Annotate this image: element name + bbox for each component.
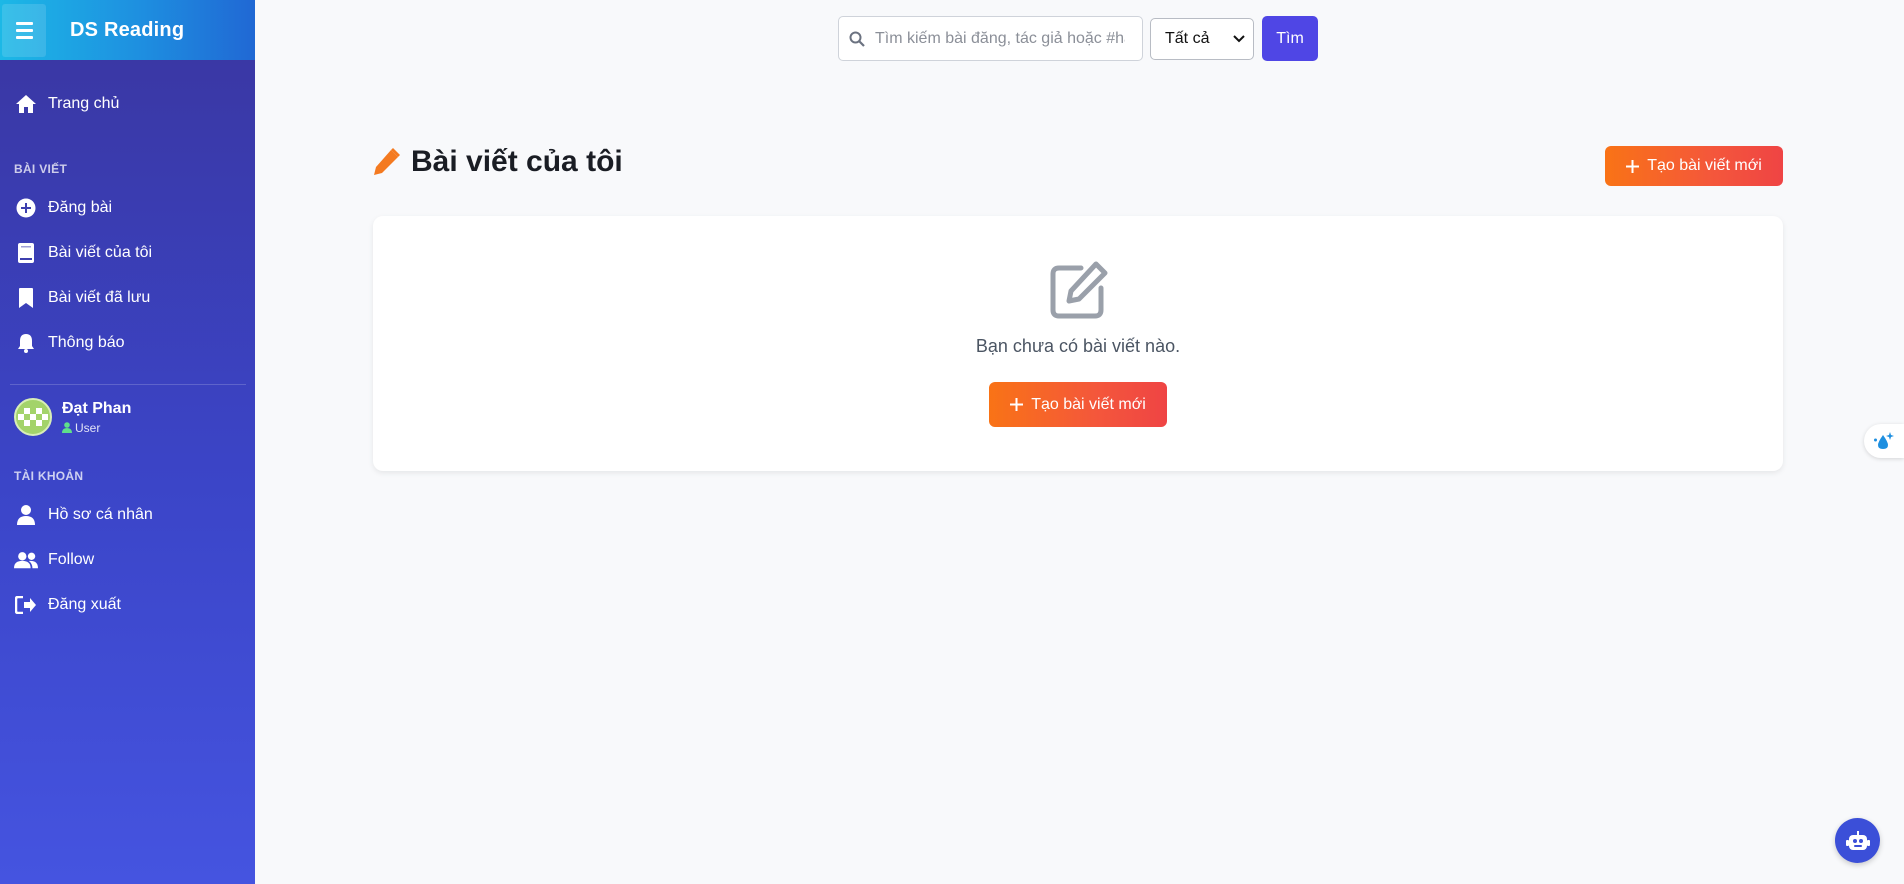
sidebar-item-label: Hồ sơ cá nhân xyxy=(48,506,153,523)
sidebar-item-my-posts[interactable]: Bài viết của tôi xyxy=(0,233,255,273)
chatbot-button[interactable] xyxy=(1835,818,1880,863)
sidebar-item-label: Thông báo xyxy=(48,334,125,351)
avatar xyxy=(14,398,52,436)
section-label-account: TÀI KHOẢN xyxy=(14,469,84,483)
sidebar-item-label: Follow xyxy=(48,551,95,568)
sidebar-item-saved[interactable]: Bài viết đã lưu xyxy=(0,278,255,318)
sidebar-item-post[interactable]: Đăng bài xyxy=(0,188,255,228)
sidebar-header: DS Reading xyxy=(0,0,255,60)
sidebar-divider xyxy=(10,384,246,385)
empty-message: Bạn chưa có bài viết nào. xyxy=(975,336,1181,356)
sidebar-item-home[interactable]: Trang chủ xyxy=(0,84,255,124)
search-filter-value: Tất cả xyxy=(1165,30,1210,47)
user-name: Đạt Phan xyxy=(62,399,132,417)
search-filter-select[interactable]: Tất cả xyxy=(1150,18,1254,60)
search-input[interactable] xyxy=(875,29,1125,48)
bookmark-icon xyxy=(14,286,38,310)
logout-icon xyxy=(14,593,38,617)
sidebar-item-logout[interactable]: Đăng xuất xyxy=(0,585,255,625)
sidebar-item-label: Trang chủ xyxy=(48,95,120,112)
sidebar-item-label: Bài viết của tôi xyxy=(48,244,153,261)
sidebar-item-label: Bài viết đã lưu xyxy=(48,289,151,306)
book-icon xyxy=(14,241,38,265)
user-role-icon xyxy=(62,422,72,433)
search-button[interactable]: Tìm xyxy=(1262,16,1318,61)
sidebar: DS Reading Trang chủ BÀI VIẾT Đăng bài B… xyxy=(0,0,255,884)
pencil-icon xyxy=(371,147,401,177)
user-role: User xyxy=(62,421,131,435)
section-label-posts: BÀI VIẾT xyxy=(14,162,68,176)
search-icon xyxy=(849,31,865,47)
user-icon xyxy=(14,503,38,527)
empty-state-card: Bạn chưa có bài viết nào. Tạo bài viết m… xyxy=(373,216,1783,471)
search-box xyxy=(838,16,1143,61)
sidebar-item-notifications[interactable]: Thông báo xyxy=(0,323,255,363)
robot-icon xyxy=(1845,830,1870,850)
plus-circle-icon xyxy=(14,196,38,220)
sidebar-item-follow[interactable]: Follow xyxy=(0,540,255,580)
edit-icon xyxy=(1050,261,1108,319)
water-reminder-tab[interactable] xyxy=(1864,424,1904,458)
create-post-button-empty[interactable]: Tạo bài viết mới xyxy=(989,382,1167,427)
home-icon xyxy=(14,92,38,116)
plus-icon xyxy=(1010,398,1024,411)
water-drop-icon xyxy=(1874,432,1894,449)
hamburger-menu-icon[interactable] xyxy=(2,3,46,57)
user-profile-box[interactable]: Đạt Phan User xyxy=(14,398,131,436)
page-title: Bài viết của tôi xyxy=(371,145,623,179)
sidebar-item-label: Đăng bài xyxy=(48,199,113,216)
bell-icon xyxy=(14,331,38,355)
sidebar-item-profile[interactable]: Hồ sơ cá nhân xyxy=(0,495,255,535)
create-post-button[interactable]: Tạo bài viết mới xyxy=(1605,146,1783,186)
users-icon xyxy=(14,548,38,572)
plus-icon xyxy=(1626,159,1640,173)
chevron-down-icon xyxy=(1233,35,1245,43)
brand-name[interactable]: DS Reading xyxy=(70,19,184,42)
sidebar-item-label: Đăng xuất xyxy=(48,596,121,613)
page-title-text: Bài viết của tôi xyxy=(411,145,623,178)
